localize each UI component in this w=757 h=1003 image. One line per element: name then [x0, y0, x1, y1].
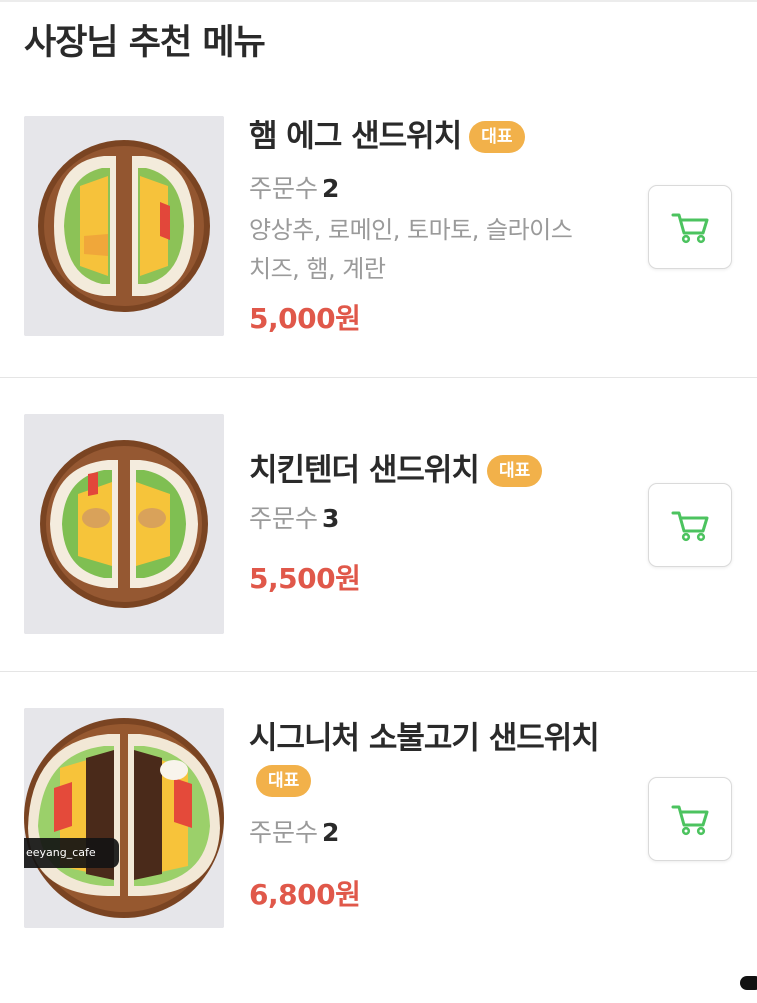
menu-item-price: 5,500원: [249, 561, 361, 595]
order-count-label: 주문수: [249, 173, 319, 203]
order-count-value: 2: [322, 173, 340, 203]
menu-item-image[interactable]: [24, 116, 224, 336]
menu-item-price: 6,800원: [249, 877, 361, 911]
description-line: 양상추, 로메인, 토마토, 슬라이스: [249, 215, 573, 244]
menu-item-name[interactable]: 햄 에그 샌드위치: [249, 119, 462, 155]
menu-item-name[interactable]: 치킨텐더 샌드위치: [249, 453, 480, 489]
menu-item[interactable]: 햄 에그 샌드위치 대표 주문수 2 양상추, 로메인, 토마토, 슬라이스 치즈,…: [0, 116, 757, 378]
order-count: 주문수 2: [249, 169, 619, 205]
menu-item[interactable]: eeyang_cafe 시그니처 소불고기 샌드위치 대표 주문수 2 6,800…: [0, 708, 757, 948]
menu-item-name[interactable]: 시그니처 소불고기 샌드위치: [249, 721, 600, 757]
signature-badge: 대표: [486, 454, 543, 487]
menu-item-price: 5,000원: [249, 301, 361, 335]
order-count-label: 주문수: [249, 503, 319, 533]
menu-item[interactable]: 치킨텐더 샌드위치 대표 주문수 3 5,500원: [0, 414, 757, 672]
description-line: 치즈, 햄, 계란: [249, 254, 386, 283]
shopping-cart-icon: [671, 213, 709, 244]
shopping-cart-icon: [671, 511, 709, 542]
add-to-cart-button[interactable]: [648, 483, 732, 567]
top-divider: [0, 0, 757, 2]
order-count-value: 3: [322, 503, 340, 533]
order-count-value: 2: [322, 817, 340, 847]
menu-item-image[interactable]: [24, 414, 224, 634]
item-divider: [0, 377, 757, 378]
shopping-cart-icon: [671, 805, 709, 836]
order-count: 주문수 2: [249, 813, 629, 849]
menu-item-description: 양상추, 로메인, 토마토, 슬라이스 치즈, 햄, 계란: [249, 211, 619, 289]
photo-watermark: eeyang_cafe: [24, 838, 119, 868]
item-divider: [0, 671, 757, 672]
scroll-indicator[interactable]: [740, 976, 757, 990]
menu-item-info: 치킨텐더 샌드위치 대표 주문수 3 5,500원: [249, 450, 619, 597]
signature-badge: 대표: [469, 120, 525, 153]
add-to-cart-button[interactable]: [648, 777, 732, 861]
menu-item-info: 시그니처 소불고기 샌드위치 대표 주문수 2 6,800원: [249, 718, 629, 913]
menu-item-image[interactable]: eeyang_cafe: [24, 708, 224, 928]
menu-item-info: 햄 에그 샌드위치 대표 주문수 2 양상추, 로메인, 토마토, 슬라이스 치즈,…: [249, 116, 619, 337]
signature-badge: 대표: [256, 764, 312, 797]
order-count-label: 주문수: [249, 817, 319, 847]
section-title: 사장님 추천 메뉴: [24, 23, 266, 63]
order-count: 주문수 3: [249, 499, 619, 535]
add-to-cart-button[interactable]: [648, 185, 732, 269]
